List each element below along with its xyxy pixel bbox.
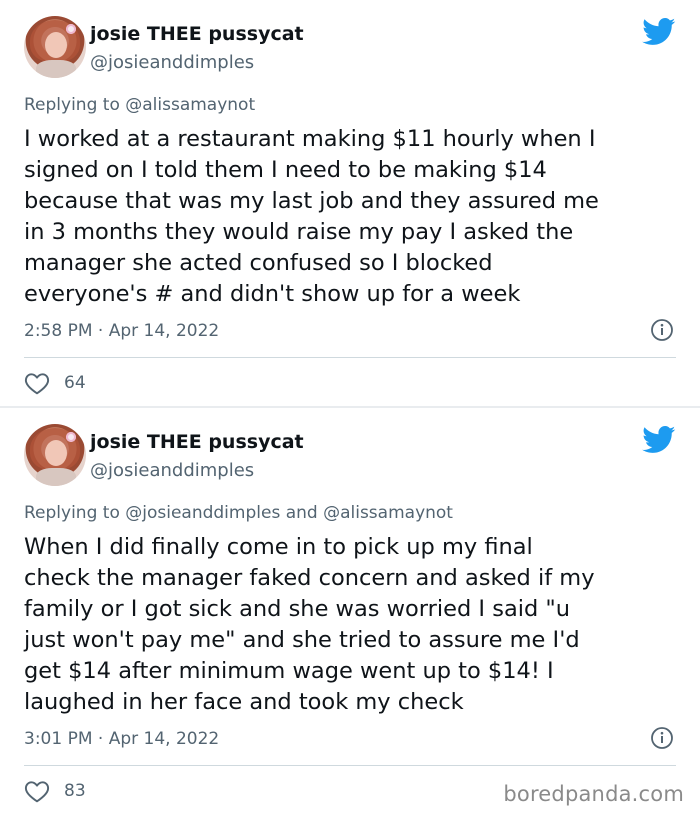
replying-to: Replying to @josieanddimples and @alissa… (24, 503, 453, 523)
tweet-header: josie THEE pussycat @josieanddimples (24, 424, 676, 488)
divider-line (24, 357, 676, 358)
replying-mentions[interactable]: @alissamaynot (125, 95, 255, 115)
tweet-text-line: in 3 months they would raise my pay I as… (24, 219, 574, 245)
twitter-bird-icon[interactable] (642, 426, 676, 454)
tweet-thread-page: josie THEE pussycat @josieanddimples Rep… (0, 0, 700, 818)
tweet-text-line: check the manager faked concern and aske… (24, 565, 595, 591)
replying-prefix: Replying to (24, 95, 126, 115)
watermark: boredpanda.com (503, 782, 684, 806)
tweet-header: josie THEE pussycat @josieanddimples (24, 16, 676, 80)
tweet-text-line: laughed in her face and took my check (24, 689, 464, 715)
twitter-bird-icon[interactable] (642, 18, 676, 46)
tweet-meta: 2:58 PM · Apr 14, 2022 (24, 318, 676, 348)
tweet-text-line: get $14 after minimum wage went up to $1… (24, 658, 554, 684)
replying-mentions[interactable]: @josieanddimples and @alissamaynot (125, 503, 453, 523)
heart-icon[interactable] (24, 371, 50, 395)
replying-to: Replying to @alissamaynot (24, 95, 255, 115)
tweet-card-1: josie THEE pussycat @josieanddimples Rep… (0, 0, 700, 406)
heart-icon[interactable] (24, 779, 50, 803)
replying-prefix: Replying to (24, 503, 126, 523)
like-count: 83 (64, 781, 86, 801)
tweet-text-line: family or I got sick and she was worried… (24, 596, 571, 622)
tweet-text-line: When I did finally come in to pick up my… (24, 534, 533, 560)
info-icon[interactable] (650, 726, 674, 750)
author-handle[interactable]: @josieanddimples (90, 52, 254, 73)
tweet-text-line: signed on I told them I need to be makin… (24, 157, 547, 183)
author-name[interactable]: josie THEE pussycat (90, 431, 304, 453)
tweet-card-2: josie THEE pussycat @josieanddimples Rep… (0, 408, 700, 818)
tweet-text-line: just won't pay me" and she tried to assu… (24, 627, 580, 653)
tweet-text-line: because that was my last job and they as… (24, 188, 599, 214)
divider-line (24, 765, 676, 766)
tweet-text: I worked at a restaurant making $11 hour… (24, 124, 684, 310)
tweet-text-line: I worked at a restaurant making $11 hour… (24, 126, 596, 152)
tweet-text-line: manager she acted confused so I blocked (24, 250, 493, 276)
like-count: 64 (64, 373, 86, 393)
tweet-text-line: everyone's # and didn't show up for a we… (24, 281, 521, 307)
timestamp[interactable]: 2:58 PM · Apr 14, 2022 (24, 321, 219, 341)
info-icon[interactable] (650, 318, 674, 342)
avatar[interactable] (24, 424, 86, 486)
tweet-meta: 3:01 PM · Apr 14, 2022 (24, 726, 676, 756)
timestamp[interactable]: 3:01 PM · Apr 14, 2022 (24, 729, 219, 749)
author-handle[interactable]: @josieanddimples (90, 460, 254, 481)
avatar[interactable] (24, 16, 86, 78)
author-name[interactable]: josie THEE pussycat (90, 23, 304, 45)
tweet-text: When I did finally come in to pick up my… (24, 532, 684, 718)
